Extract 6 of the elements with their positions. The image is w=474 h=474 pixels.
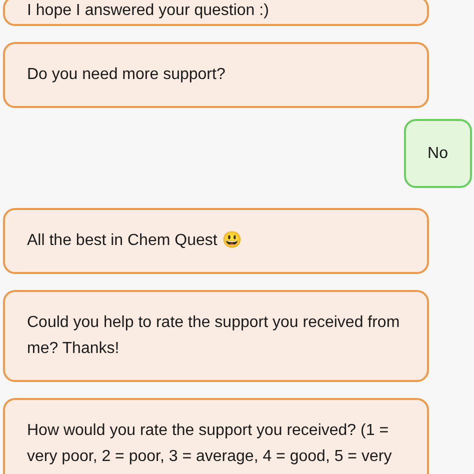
message-bubble: Do you need more support? xyxy=(3,42,429,108)
message-bubble: All the best in Chem Quest 😃 xyxy=(3,208,429,274)
message-bubble: Could you help to rate the support you received from me? Thanks! xyxy=(3,290,429,382)
message-bubble: I hope I answered your question :) xyxy=(3,0,429,26)
message-bubble: How would you rate the support you received? (1 = very poor, 2 = poor, 3 = average, 4 = good, 5 = very xyxy=(3,398,429,474)
message-bubble: No xyxy=(404,119,472,188)
